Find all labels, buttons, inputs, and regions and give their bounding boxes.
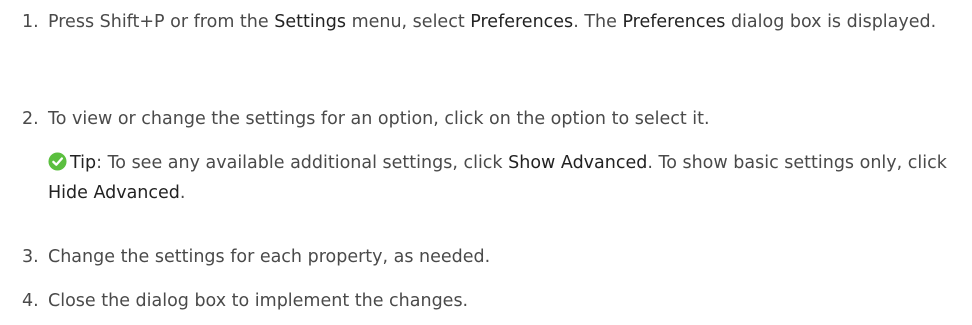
- step-text: To view or change the settings for an op…: [48, 109, 710, 129]
- step-text-segment: menu, select: [346, 12, 471, 32]
- step-text: Change the settings for each property, a…: [48, 247, 491, 267]
- step-2: 2. To view or change the settings for an…: [22, 104, 964, 134]
- step-text: Press Shift+P or from the Settings menu,…: [48, 7, 964, 37]
- step-number: 1.: [22, 12, 39, 32]
- step-text-segment: dialog box is displayed.: [725, 12, 937, 32]
- ui-term-settings: Settings: [274, 12, 346, 32]
- step-text: Close the dialog box to implement the ch…: [48, 291, 469, 311]
- step-text-segment: . The: [573, 12, 623, 32]
- tip-label: Tip: [70, 153, 97, 173]
- step-3: 3. Change the settings for each property…: [22, 242, 964, 272]
- tip-note: Tip: To see any available additional set…: [22, 148, 964, 208]
- ui-term-show-advanced: Show Advanced: [508, 153, 648, 173]
- step-number: 4.: [22, 291, 39, 311]
- tip-text: Tip: To see any available additional set…: [48, 148, 964, 208]
- checkmark-circle-icon: [48, 152, 67, 171]
- instructions-document: 1. Press Shift+P or from the Settings me…: [0, 0, 972, 325]
- step-4: 4. Close the dialog box to implement the…: [22, 286, 964, 316]
- step-number: 2.: [22, 109, 39, 129]
- ui-term-preferences: Preferences: [470, 12, 574, 32]
- step-1: 1. Press Shift+P or from the Settings me…: [22, 7, 964, 37]
- step-number: 3.: [22, 247, 39, 267]
- ui-term-hide-advanced: Hide Advanced: [48, 183, 180, 203]
- tip-text-segment: .: [179, 183, 186, 203]
- step-text-segment: Press Shift+P or from the: [48, 12, 275, 32]
- tip-text-segment: : To see any available additional settin…: [96, 153, 509, 173]
- ui-term-preferences: Preferences: [622, 12, 726, 32]
- tip-text-segment: . To show basic settings only, click: [647, 153, 947, 173]
